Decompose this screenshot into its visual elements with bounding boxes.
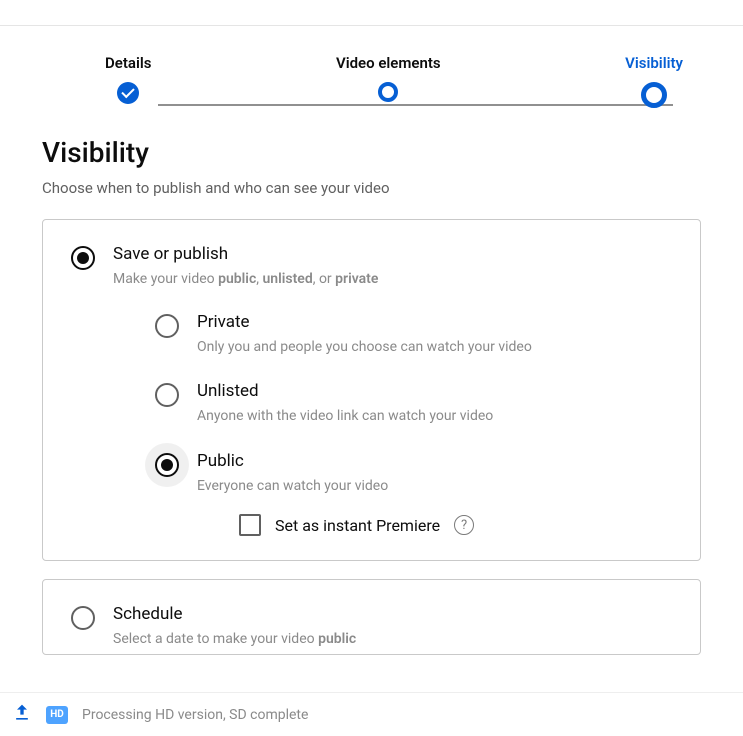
public-title: Public [197, 451, 672, 471]
step-node-icon [378, 82, 398, 102]
save-publish-title: Save or publish [113, 244, 672, 264]
radio-schedule[interactable] [71, 606, 95, 630]
upload-icon [12, 703, 32, 727]
step-details-label: Details [105, 54, 151, 72]
unlisted-title: Unlisted [197, 381, 672, 401]
step-video-elements[interactable]: Video elements [336, 54, 441, 102]
schedule-desc: Select a date to make your video public [113, 630, 672, 650]
option-public[interactable]: Public Everyone can watch your video Set… [155, 451, 672, 537]
save-publish-card: Save or publish Make your video public, … [42, 219, 701, 561]
option-private[interactable]: Private Only you and people you choose c… [155, 312, 672, 358]
hd-badge-icon: HD [46, 706, 68, 724]
content-area: Visibility Choose when to publish and wh… [0, 108, 743, 655]
save-publish-row[interactable]: Save or publish Make your video public, … [71, 244, 672, 536]
save-publish-desc: Make your video public, unlisted, or pri… [113, 270, 672, 290]
check-icon [117, 82, 139, 104]
step-node-current-icon [641, 82, 667, 108]
radio-private[interactable] [155, 314, 179, 338]
schedule-card: Schedule Select a date to make your vide… [42, 579, 701, 655]
premiere-row: Set as instant Premiere ? [197, 514, 672, 536]
status-footer: HD Processing HD version, SD complete [0, 692, 743, 736]
stepper-line [158, 104, 673, 106]
radio-public[interactable] [155, 453, 179, 477]
private-desc: Only you and people you choose can watch… [197, 338, 672, 358]
stepper: Details Video elements Visibility [0, 26, 743, 108]
section-subtitle: Choose when to publish and who can see y… [42, 179, 701, 197]
schedule-row[interactable]: Schedule Select a date to make your vide… [71, 604, 672, 650]
top-divider [0, 0, 743, 26]
help-icon[interactable]: ? [454, 515, 474, 535]
unlisted-desc: Anyone with the video link can watch you… [197, 407, 672, 427]
radio-save-publish[interactable] [71, 246, 95, 270]
visibility-sub-options: Private Only you and people you choose c… [113, 312, 672, 537]
radio-unlisted[interactable] [155, 383, 179, 407]
step-elements-label: Video elements [336, 54, 441, 72]
public-desc: Everyone can watch your video [197, 477, 672, 497]
private-title: Private [197, 312, 672, 332]
save-publish-body: Save or publish Make your video public, … [113, 244, 672, 536]
premiere-checkbox[interactable] [239, 514, 261, 536]
step-visibility-label: Visibility [625, 54, 683, 72]
section-title: Visibility [42, 136, 701, 169]
step-details[interactable]: Details [105, 54, 151, 104]
step-visibility[interactable]: Visibility [625, 54, 683, 108]
option-unlisted[interactable]: Unlisted Anyone with the video link can … [155, 381, 672, 427]
premiere-label: Set as instant Premiere [275, 516, 440, 535]
schedule-title: Schedule [113, 604, 672, 624]
processing-status: Processing HD version, SD complete [82, 707, 308, 723]
